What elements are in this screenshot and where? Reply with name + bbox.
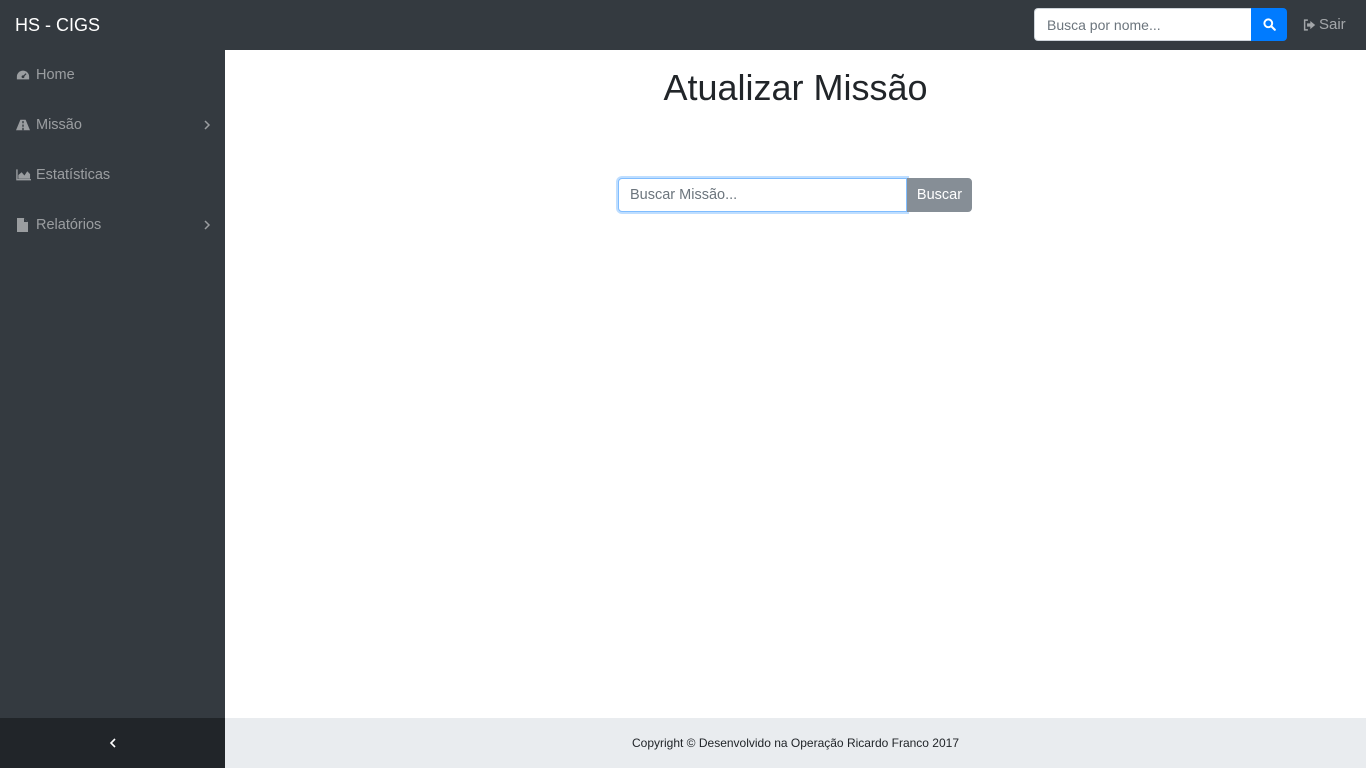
logout-link[interactable]: Sair (1303, 16, 1346, 34)
file-icon (16, 217, 32, 233)
name-search-input[interactable] (1034, 8, 1251, 41)
logout-label: Sair (1319, 16, 1346, 33)
mission-search-input[interactable] (618, 178, 907, 212)
top-navbar: HS - CIGS Sair (0, 0, 1366, 50)
sidebar-item-label: Missão (36, 117, 82, 133)
sidebar-item-relatorios[interactable]: Relatórios (0, 200, 225, 250)
footer: Copyright © Desenvolvido na Operação Ric… (225, 718, 1366, 768)
sidebar-item-estatisticas[interactable]: Estatísticas (0, 150, 225, 200)
main-content: Atualizar Missão Buscar (225, 50, 1366, 718)
sidebar-item-label: Home (36, 67, 75, 83)
chevron-right-icon (204, 220, 211, 230)
page-title: Atualizar Missão (663, 67, 928, 108)
area-chart-icon (16, 167, 32, 183)
top-search-button[interactable] (1251, 8, 1287, 41)
sidebar-item-home[interactable]: Home (0, 50, 225, 100)
sidebar-item-missao[interactable]: Missão (0, 100, 225, 150)
chevron-left-icon (109, 738, 116, 748)
mission-search-button[interactable]: Buscar (907, 178, 972, 212)
mission-search-form: Buscar (618, 178, 972, 212)
sidebar-toggle-button[interactable] (0, 718, 225, 768)
brand-logo[interactable]: HS - CIGS (15, 14, 100, 36)
sign-out-icon (1303, 19, 1316, 31)
search-icon (1262, 18, 1276, 31)
sidebar-item-label: Relatórios (36, 217, 102, 233)
sidebar-item-label: Estatísticas (36, 167, 111, 183)
chevron-right-icon (204, 120, 211, 130)
copyright-text: Copyright © Desenvolvido na Operação Ric… (631, 736, 960, 750)
dashboard-icon (16, 67, 32, 83)
road-icon (16, 117, 32, 133)
sidebar: Home Missão Estatísticas Relatórios (0, 50, 225, 718)
